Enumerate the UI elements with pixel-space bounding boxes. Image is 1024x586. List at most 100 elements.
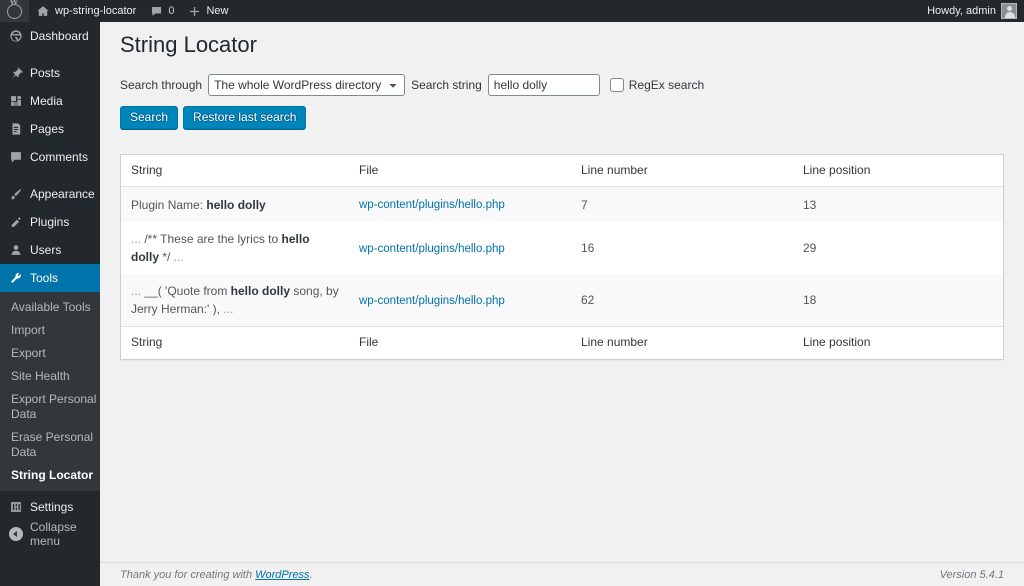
footer-thanks: Thank you for creating with WordPress.	[120, 569, 940, 581]
table-footer-row: String File Line number Line position	[121, 326, 1003, 359]
cell-line-position: 18	[793, 274, 1003, 326]
string-prefix: Plugin Name:	[131, 198, 206, 212]
sidebar-item-label: Media	[30, 95, 63, 107]
comment-bubble-icon	[150, 5, 163, 18]
admin-sidebar-menu: Dashboard Posts Media Pages Comments App…	[0, 22, 100, 586]
string-lead-ellipsis: ...	[131, 284, 144, 298]
regex-search-field: RegEx search	[610, 78, 704, 92]
plugin-icon	[9, 215, 23, 229]
sidebar-item-label: Tools	[30, 272, 58, 284]
cell-file: wp-content/plugins/hello.php	[349, 222, 571, 274]
my-account-menu[interactable]: Howdy, admin	[920, 0, 1024, 22]
dashboard-icon	[9, 29, 23, 43]
wordpress-link[interactable]: WordPress	[255, 569, 309, 581]
cell-string: ... /** These are the lyrics to hello do…	[121, 222, 349, 274]
file-link[interactable]: wp-content/plugins/hello.php	[359, 243, 505, 255]
table-row: ... /** These are the lyrics to hello do…	[121, 222, 1003, 274]
sidebar-item-label: Appearance	[30, 188, 95, 200]
results-table-body: Plugin Name: hello dolly wp-content/plug…	[121, 187, 1003, 326]
new-content-label: New	[206, 5, 228, 17]
page-icon	[9, 122, 23, 136]
submenu-item-export-personal-data[interactable]: Export Personal Data	[0, 388, 100, 426]
page-title: String Locator	[120, 22, 1004, 64]
sidebar-item-pages[interactable]: Pages	[0, 115, 100, 143]
sidebar-item-media[interactable]: Media	[0, 87, 100, 115]
cell-file: wp-content/plugins/hello.php	[349, 187, 571, 222]
cell-line-number: 62	[571, 274, 793, 326]
regex-search-label: RegEx search	[629, 78, 704, 92]
sidebar-item-label: Plugins	[30, 216, 69, 228]
sidebar-item-comments[interactable]: Comments	[0, 143, 100, 171]
main-content: String Locator Search through The whole …	[100, 22, 1024, 586]
results-table-foot: String File Line number Line position	[121, 326, 1003, 359]
submenu-item-string-locator[interactable]: String Locator	[0, 464, 100, 487]
cell-line-number: 7	[571, 187, 793, 222]
string-match: hello dolly	[206, 198, 265, 212]
column-header-string[interactable]: String	[121, 155, 349, 188]
search-form: Search through The whole WordPress direc…	[120, 74, 1004, 96]
sidebar-item-label: Pages	[30, 123, 64, 135]
collapse-menu-button[interactable]: Collapse menu	[0, 521, 100, 547]
column-footer-line-position[interactable]: Line position	[793, 326, 1003, 359]
file-link[interactable]: wp-content/plugins/hello.php	[359, 295, 505, 307]
column-footer-string[interactable]: String	[121, 326, 349, 359]
search-button[interactable]: Search	[120, 106, 178, 129]
footer-thanks-suffix: .	[310, 569, 313, 581]
admin-bar: wp-string-locator 0 New Howdy, admin	[0, 0, 1024, 22]
search-string-input[interactable]	[488, 74, 600, 96]
search-button-row: Search Restore last search	[120, 106, 1004, 129]
footer-version: Version 5.4.1	[940, 569, 1004, 581]
menu-separator	[0, 50, 100, 59]
site-name-menu[interactable]: wp-string-locator	[29, 0, 143, 22]
menu-separator	[0, 171, 100, 180]
submenu-item-export[interactable]: Export	[0, 342, 100, 365]
column-footer-line-number[interactable]: Line number	[571, 326, 793, 359]
avatar-icon	[1001, 3, 1017, 19]
string-trail-ellipsis: ...	[220, 302, 233, 316]
column-header-line-number[interactable]: Line number	[571, 155, 793, 188]
sidebar-item-tools[interactable]: Tools	[0, 264, 100, 292]
results-table: String File Line number Line position Pl…	[120, 154, 1004, 360]
submenu-item-erase-personal-data[interactable]: Erase Personal Data	[0, 426, 100, 464]
search-through-label: Search through	[120, 78, 202, 92]
home-icon	[36, 4, 50, 18]
table-row: Plugin Name: hello dolly wp-content/plug…	[121, 187, 1003, 222]
column-header-file[interactable]: File	[349, 155, 571, 188]
search-directory-select[interactable]: The whole WordPress directory	[208, 74, 405, 96]
new-content-menu[interactable]: New	[181, 0, 235, 22]
column-header-line-position[interactable]: Line position	[793, 155, 1003, 188]
table-header-row: String File Line number Line position	[121, 155, 1003, 188]
sidebar-item-users[interactable]: Users	[0, 236, 100, 264]
pin-icon	[9, 66, 23, 80]
settings-icon	[9, 500, 23, 514]
submenu-item-site-health[interactable]: Site Health	[0, 365, 100, 388]
results-table-head: String File Line number Line position	[121, 155, 1003, 188]
cell-line-number: 16	[571, 222, 793, 274]
cell-string: ... __( 'Quote from hello dolly song, by…	[121, 274, 349, 326]
sidebar-item-posts[interactable]: Posts	[0, 59, 100, 87]
comment-icon	[9, 150, 23, 164]
cell-file: wp-content/plugins/hello.php	[349, 274, 571, 326]
footer-thanks-prefix: Thank you for creating with	[120, 569, 255, 581]
sidebar-item-label: Dashboard	[30, 30, 89, 42]
sidebar-item-appearance[interactable]: Appearance	[0, 180, 100, 208]
plus-icon	[188, 5, 201, 18]
string-trail-ellipsis: ...	[170, 250, 183, 264]
cell-line-position: 29	[793, 222, 1003, 274]
sidebar-item-plugins[interactable]: Plugins	[0, 208, 100, 236]
sidebar-item-settings[interactable]: Settings	[0, 493, 100, 521]
comments-menu[interactable]: 0	[143, 0, 181, 22]
regex-search-checkbox[interactable]	[610, 78, 624, 92]
submenu-item-available-tools[interactable]: Available Tools	[0, 296, 100, 319]
users-icon	[9, 243, 23, 257]
cell-string: Plugin Name: hello dolly	[121, 187, 349, 222]
column-footer-file[interactable]: File	[349, 326, 571, 359]
sidebar-item-label: Settings	[30, 501, 73, 513]
file-link[interactable]: wp-content/plugins/hello.php	[359, 199, 505, 211]
sidebar-item-dashboard[interactable]: Dashboard	[0, 22, 100, 50]
restore-last-search-button[interactable]: Restore last search	[183, 106, 306, 129]
submenu-item-import[interactable]: Import	[0, 319, 100, 342]
wp-logo-menu[interactable]	[0, 0, 29, 22]
site-name-label: wp-string-locator	[55, 5, 136, 17]
string-match: hello dolly	[231, 284, 290, 298]
